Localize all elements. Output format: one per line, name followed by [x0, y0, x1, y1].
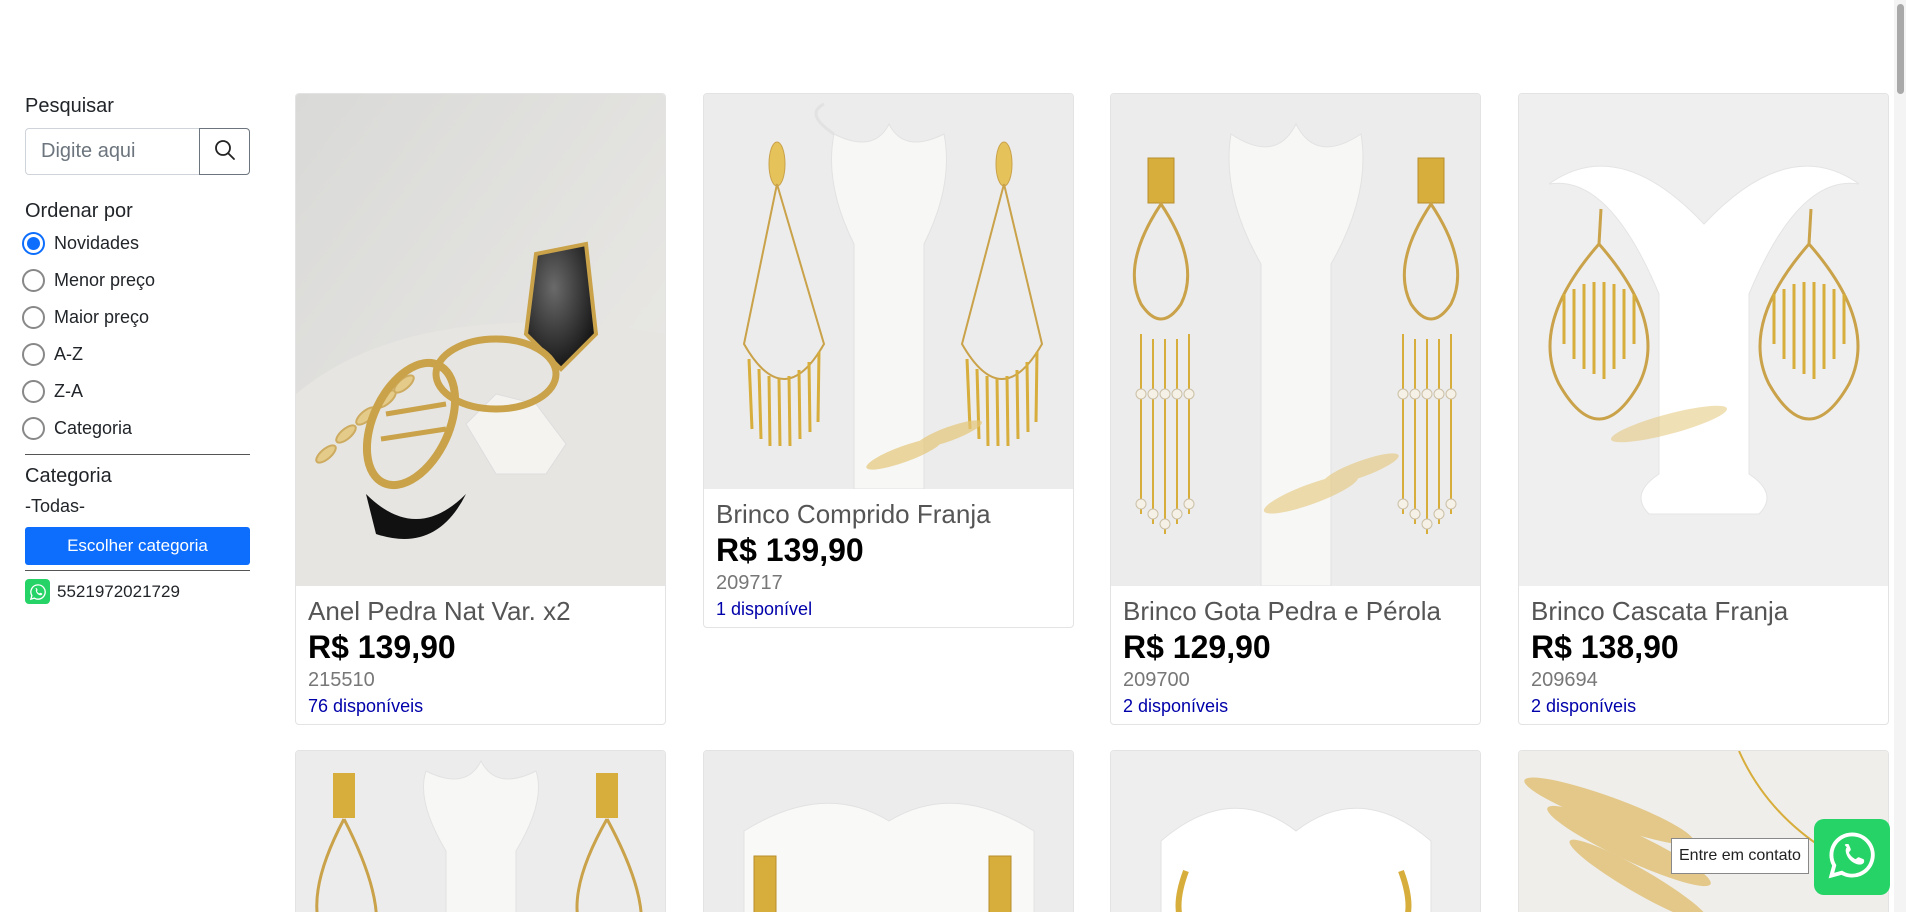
product-image[interactable]: [296, 751, 665, 912]
sort-option-label: Maior preço: [54, 307, 150, 327]
sidebar: Pesquisar Ordenar por Novidades Menor pr…: [22, 92, 250, 604]
product-name[interactable]: Anel Pedra Nat Var. x2: [308, 594, 653, 628]
sort-option-z-a[interactable]: Z-A: [22, 373, 250, 410]
product-card[interactable]: Brinco Cascata Franja R$ 138,90 209694 2…: [1518, 93, 1889, 725]
whatsapp-contact[interactable]: 5521972021729: [25, 579, 250, 604]
sort-option-label: Novidades: [54, 233, 140, 253]
product-info: Brinco Gota Pedra e Pérola R$ 129,90 209…: [1111, 586, 1480, 724]
radio-button[interactable]: [22, 380, 45, 403]
divider: [25, 570, 250, 571]
sort-option-categoria[interactable]: Categoria: [22, 410, 250, 447]
product-stock: 2 disponíveis: [1531, 696, 1637, 716]
product-price: R$ 129,90: [1123, 629, 1271, 665]
sort-option-novidades[interactable]: Novidades: [22, 225, 250, 262]
contact-tooltip: Entre em contato: [1671, 838, 1809, 874]
product-card[interactable]: [703, 750, 1074, 912]
product-stock: 2 disponíveis: [1123, 696, 1229, 716]
whatsapp-number: 5521972021729: [57, 581, 180, 601]
product-image[interactable]: [704, 751, 1073, 912]
product-image[interactable]: [296, 94, 665, 586]
product-image[interactable]: [1111, 751, 1480, 912]
product-code: 209694: [1531, 669, 1598, 691]
product-card[interactable]: Brinco Gota Pedra e Pérola R$ 129,90 209…: [1110, 93, 1481, 725]
product-stock: 76 disponíveis: [308, 696, 424, 716]
product-name[interactable]: Brinco Gota Pedra e Pérola: [1123, 594, 1468, 628]
search-button[interactable]: [199, 128, 250, 175]
category-label: Categoria: [25, 465, 112, 487]
search-input[interactable]: [25, 128, 199, 175]
sort-option-label: A-Z: [54, 344, 83, 364]
product-name[interactable]: Brinco Comprido Franja: [716, 497, 1061, 531]
product-info: Anel Pedra Nat Var. x2 R$ 139,90 215510 …: [296, 586, 665, 724]
product-image[interactable]: [1519, 94, 1888, 586]
sort-options: Novidades Menor preço Maior preço A-Z Z-…: [22, 225, 250, 447]
product-code: 209700: [1123, 669, 1190, 691]
radio-button[interactable]: [22, 306, 45, 329]
product-price: R$ 139,90: [716, 532, 864, 568]
sort-option-maior-preco[interactable]: Maior preço: [22, 299, 250, 336]
product-code: 209717: [716, 572, 783, 594]
product-card[interactable]: [295, 750, 666, 912]
scrollbar[interactable]: [1894, 0, 1906, 912]
search-group: [25, 128, 250, 175]
sort-option-label: Z-A: [54, 381, 83, 401]
divider: [25, 454, 250, 455]
product-info: Brinco Cascata Franja R$ 138,90 209694 2…: [1519, 586, 1888, 724]
product-info: Brinco Comprido Franja R$ 139,90 209717 …: [704, 489, 1073, 627]
product-price: R$ 138,90: [1531, 629, 1679, 665]
product-card[interactable]: [1110, 750, 1481, 912]
sort-option-menor-preco[interactable]: Menor preço: [22, 262, 250, 299]
sort-option-label: Menor preço: [54, 270, 156, 290]
scrollbar-thumb[interactable]: [1897, 4, 1904, 94]
sort-option-label: Categoria: [54, 418, 133, 438]
whatsapp-float-button[interactable]: [1814, 819, 1890, 895]
product-stock: 1 disponível: [716, 599, 813, 619]
product-name[interactable]: Brinco Cascata Franja: [1531, 594, 1876, 628]
whatsapp-icon: [25, 579, 50, 604]
product-card[interactable]: Anel Pedra Nat Var. x2 R$ 139,90 215510 …: [295, 93, 666, 725]
radio-button[interactable]: [22, 232, 45, 255]
choose-category-button[interactable]: Escolher categoria: [25, 527, 250, 565]
whatsapp-icon: [1826, 829, 1878, 886]
product-image[interactable]: [704, 94, 1073, 489]
product-price: R$ 139,90: [308, 629, 456, 665]
product-image[interactable]: [1111, 94, 1480, 586]
category-value: -Todas-: [25, 496, 86, 516]
radio-button[interactable]: [22, 417, 45, 440]
radio-button[interactable]: [22, 343, 45, 366]
search-icon: [214, 139, 236, 164]
product-card[interactable]: Brinco Comprido Franja R$ 139,90 209717 …: [703, 93, 1074, 628]
product-code: 215510: [308, 669, 375, 691]
search-label: Pesquisar: [25, 95, 114, 117]
sort-label: Ordenar por: [25, 200, 133, 222]
radio-button[interactable]: [22, 269, 45, 292]
sort-option-a-z[interactable]: A-Z: [22, 336, 250, 373]
